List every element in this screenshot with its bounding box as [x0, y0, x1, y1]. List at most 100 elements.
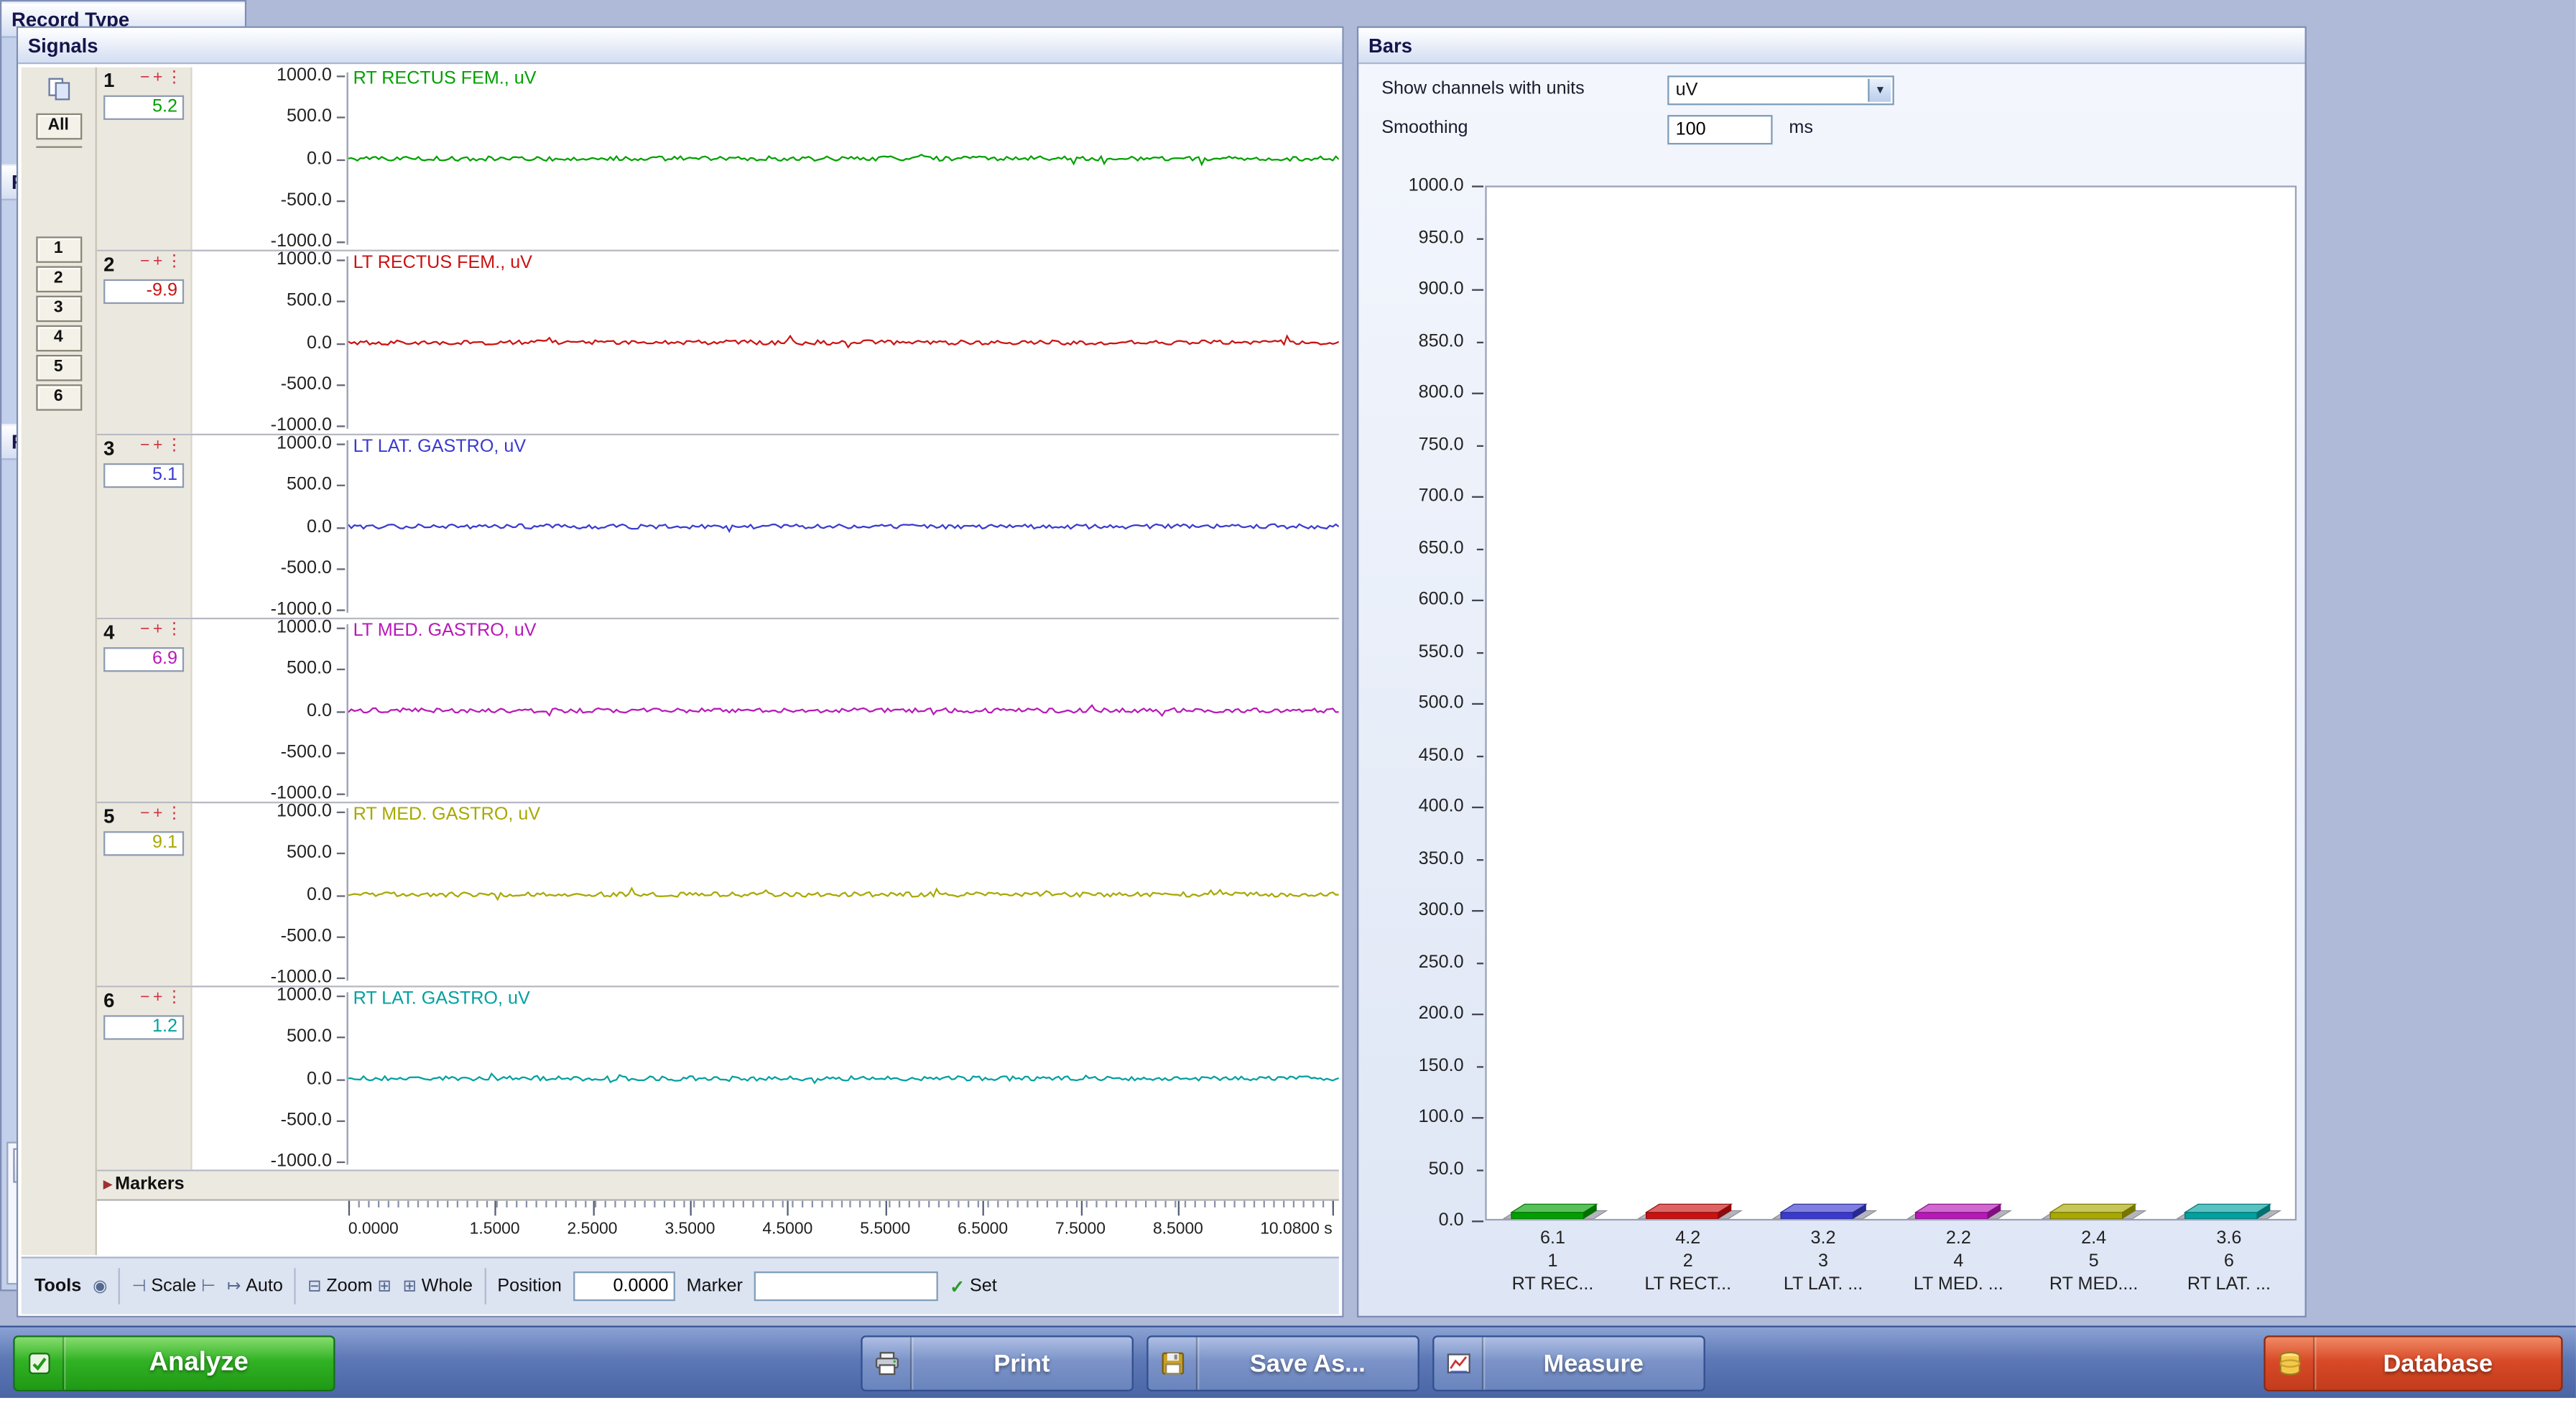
markers-row[interactable]: ▸ Markers [96, 1171, 1339, 1201]
channel-label: RT MED. GASTRO, uV [353, 805, 541, 825]
tools-badge-icon[interactable]: ◉ [93, 1277, 107, 1295]
scale-decrease-icon[interactable]: − [140, 69, 153, 87]
select-channel-4-button[interactable]: 4 [35, 325, 82, 352]
channel-value[interactable]: 5.2 [103, 95, 185, 120]
scale-menu-icon[interactable]: ⋮ [166, 989, 185, 1007]
time-ruler[interactable]: 0.0000 1.5000 2.5000 3.5000 4.5000 5.5000 6.50… [96, 1200, 1339, 1257]
scale-menu-icon[interactable]: ⋮ [166, 437, 185, 455]
channel-label: RT LAT. GASTRO, uV [353, 988, 530, 1009]
scale-decrease-icon[interactable]: − [140, 621, 153, 639]
select-channel-2-button[interactable]: 2 [35, 266, 82, 293]
y-tick-label: -500.0 [280, 1110, 332, 1131]
select-channel-5-button[interactable]: 5 [35, 354, 82, 381]
signal-trace [348, 1072, 1339, 1085]
whole-label: Whole [421, 1276, 473, 1297]
set-marker-button[interactable]: ✓ Set [950, 1276, 997, 1297]
bars-y-tick-label: 100.0 [1418, 1107, 1464, 1127]
bars-y-tick-label: 900.0 [1418, 279, 1464, 300]
bars-y-axis-ticks [1472, 185, 1484, 1223]
channel-y-axis: 1000.0 500.0 0.0 -500.0 -1000.0 [194, 249, 335, 435]
y-tick-label: 0.0 [306, 1068, 332, 1089]
y-tick-mark [336, 852, 346, 855]
channel-number: 2 [103, 253, 115, 277]
channel-value[interactable]: 1.2 [103, 1015, 185, 1040]
signal-trace [348, 704, 1339, 718]
bars-x-axis-labels: 6.1 1 RT REC... 4.2 2 LT RECT... 3.2 3 LT LAT. .… [1485, 1227, 2297, 1309]
scale-menu-icon[interactable]: ⋮ [166, 69, 185, 87]
channel-row-4: 4 −+⋮ 6.9 1000.0 500.0 0.0 -500.0 -1000.0 LT MED… [96, 618, 1339, 804]
select-all-channels-button[interactable]: All [35, 113, 82, 140]
markers-expand-icon[interactable]: ▸ [103, 1176, 112, 1194]
scale-increase-icon[interactable]: + [153, 805, 166, 823]
scale-decrease-icon[interactable]: − [140, 253, 153, 271]
scale-menu-icon[interactable]: ⋮ [166, 621, 185, 639]
y-tick-mark [336, 158, 346, 160]
scale-menu-icon[interactable]: ⋮ [166, 253, 185, 271]
scale-increase-icon[interactable]: + [153, 989, 166, 1007]
bottom-strip [0, 1398, 2576, 1423]
scale-decrease-icon[interactable]: − [140, 989, 153, 1007]
save-as-button[interactable]: Save As... [1146, 1335, 1419, 1392]
channel-value[interactable]: -9.9 [103, 279, 185, 305]
select-channel-6-button[interactable]: 6 [35, 384, 82, 411]
scale-decrease-icon[interactable]: − [140, 805, 153, 823]
analyze-check-icon [25, 1350, 52, 1377]
channel-plot[interactable]: LT LAT. GASTRO, uV [348, 435, 1339, 618]
channel-plot[interactable]: RT MED. GASTRO, uV [348, 803, 1339, 986]
measure-button[interactable]: Measure [1432, 1335, 1705, 1392]
zoom-in-icon[interactable]: ⊞ [377, 1277, 391, 1295]
auto-scale-button[interactable]: ↦ Auto [227, 1276, 283, 1296]
whole-view-button[interactable]: ⊞ Whole [403, 1276, 473, 1296]
bar-channel-name: RT REC... [1511, 1274, 1594, 1295]
channel-value[interactable]: 6.9 [103, 647, 185, 672]
y-tick-mark [336, 668, 346, 670]
analyze-button[interactable]: Analyze [13, 1335, 335, 1392]
scale-increase-icon[interactable]: + [153, 621, 166, 639]
scale-menu-icon[interactable]: ⋮ [166, 805, 185, 823]
channel-plot[interactable]: RT RECTUS FEM., uV [348, 68, 1339, 250]
scale-increase-icon[interactable]: + [153, 69, 166, 87]
smoothing-input[interactable] [1667, 115, 1773, 145]
scale-decrease-icon[interactable]: ⊣ [132, 1277, 147, 1295]
channel-plot[interactable]: LT MED. GASTRO, uV [348, 619, 1339, 802]
select-channel-1-button[interactable]: 1 [35, 236, 82, 263]
print-button[interactable]: Print [861, 1335, 1134, 1392]
copy-signals-icon [45, 75, 72, 102]
y-tick-mark [336, 443, 346, 445]
scale-decrease-icon[interactable]: − [140, 437, 153, 455]
y-tick-label: 1000.0 [276, 249, 332, 270]
channel-plot[interactable]: RT LAT. GASTRO, uV [348, 987, 1339, 1169]
scale-increase-icon[interactable]: + [153, 253, 166, 271]
units-dropdown[interactable]: uV ▾ [1667, 75, 1894, 106]
bar-channel-number: 4 [1953, 1251, 1964, 1272]
x-axis-tick-label: 7.5000 [1055, 1220, 1106, 1239]
zoom-control[interactable]: ⊟ Zoom ⊞ [307, 1276, 391, 1296]
channel-value[interactable]: 9.1 [103, 831, 185, 856]
chevron-down-icon[interactable]: ▾ [1868, 78, 1891, 102]
signal-trace [348, 886, 1339, 901]
select-channel-3-button[interactable]: 3 [35, 295, 82, 323]
position-input[interactable] [573, 1271, 675, 1302]
y-tick-mark [336, 995, 346, 998]
database-button[interactable]: Database [2264, 1335, 2563, 1392]
y-tick-mark [336, 1161, 346, 1164]
bar-label-block: 3.6 6 RT LAT. ... [2160, 1227, 2298, 1296]
marker-input[interactable] [754, 1271, 939, 1302]
bars-y-axis-labels: 1000.0 950.0 900.0 850.0 800.0 750.0 700.0 650.… [1365, 176, 1467, 1230]
scale-control[interactable]: ⊣ Scale ⊢ [132, 1276, 216, 1296]
marker-label: Marker [686, 1276, 743, 1297]
zoom-out-icon[interactable]: ⊟ [307, 1277, 321, 1295]
y-tick-mark [336, 1036, 346, 1039]
save-as-label: Save As... [1249, 1349, 1366, 1378]
bars-y-tick-label: 600.0 [1418, 589, 1464, 610]
channel-value[interactable]: 5.1 [103, 463, 185, 488]
scale-increase-icon[interactable]: ⊢ [201, 1277, 216, 1295]
channel-plot[interactable]: LT RECTUS FEM., uV [348, 251, 1339, 434]
bars-y-tick-label: 650.0 [1418, 537, 1464, 558]
y-tick-label: 0.0 [306, 333, 332, 353]
scale-label: Scale [151, 1276, 197, 1297]
scale-increase-icon[interactable]: + [153, 437, 166, 455]
channel-row-6: 6 −+⋮ 1.2 1000.0 500.0 0.0 -500.0 -1000.0 RT LAT… [96, 986, 1339, 1172]
y-tick-mark [336, 384, 346, 386]
y-tick-mark [336, 342, 346, 345]
